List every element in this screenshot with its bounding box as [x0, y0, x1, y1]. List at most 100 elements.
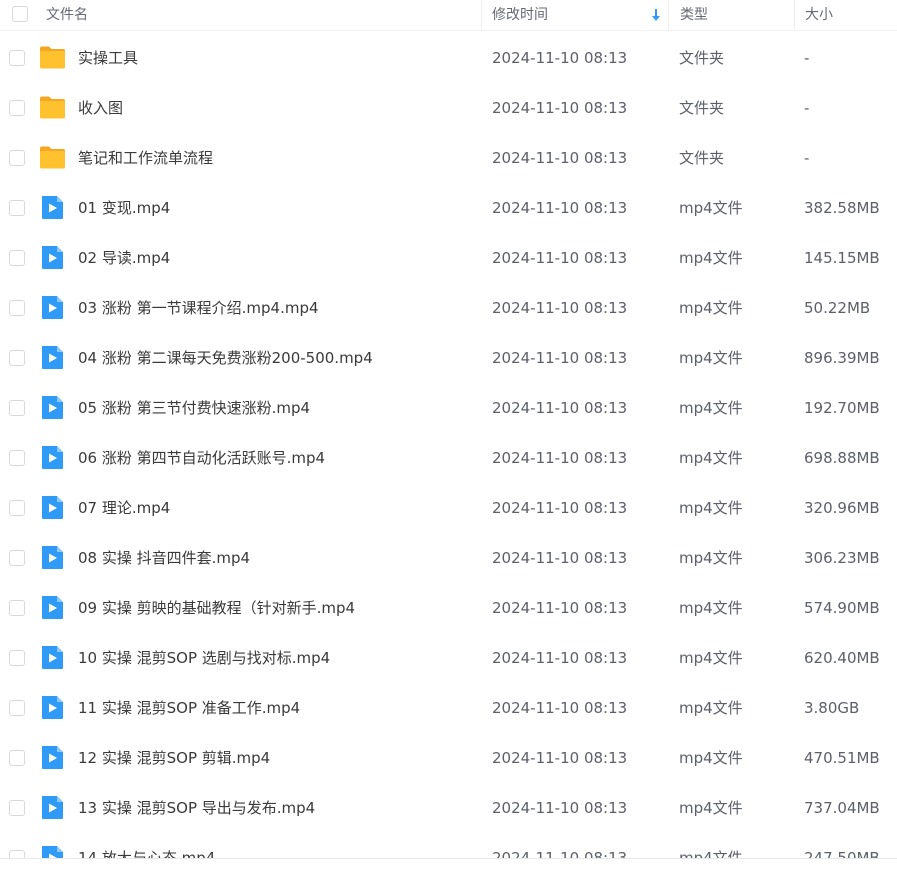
file-type: 文件夹 — [679, 49, 725, 67]
file-row[interactable]: 06 涨粉 第四节自动化活跃账号.mp4 2024-11-10 08:13 mp4文… — [0, 433, 897, 483]
video-file-icon — [39, 445, 66, 470]
file-mtime: 2024-11-10 08:13 — [492, 749, 628, 767]
file-name[interactable]: 实操工具 — [78, 33, 138, 83]
file-type: mp4文件 — [679, 449, 743, 467]
file-name[interactable]: 13 实操 混剪SOP 导出与发布.mp4 — [78, 783, 315, 833]
folder-icon — [39, 45, 66, 70]
file-mtime: 2024-11-10 08:13 — [492, 249, 628, 267]
file-size: 737.04MB — [804, 799, 880, 817]
file-row[interactable]: 04 涨粉 第二课每天免费涨粉200-500.mp4 2024-11-10 08:… — [0, 333, 897, 383]
file-size: - — [804, 99, 810, 117]
file-mtime: 2024-11-10 08:13 — [492, 599, 628, 617]
file-list: 文件名 修改时间 类型 大小 实操工具 2024-11-10 08:13 文件夹 - … — [0, 0, 897, 870]
row-checkbox[interactable] — [9, 650, 25, 666]
file-name[interactable]: 收入图 — [78, 83, 123, 133]
file-name[interactable]: 09 实操 剪映的基础教程（针对新手.mp4 — [78, 583, 355, 633]
file-name[interactable]: 06 涨粉 第四节自动化活跃账号.mp4 — [78, 433, 325, 483]
file-name[interactable]: 03 涨粉 第一节课程介绍.mp4.mp4 — [78, 283, 319, 333]
row-checkbox[interactable] — [9, 150, 25, 166]
column-header-mtime[interactable]: 修改时间 — [492, 0, 548, 30]
file-size: 50.22MB — [804, 299, 871, 317]
file-name[interactable]: 11 实操 混剪SOP 准备工作.mp4 — [78, 683, 300, 733]
row-checkbox[interactable] — [9, 450, 25, 466]
file-name[interactable]: 01 变现.mp4 — [78, 183, 170, 233]
row-checkbox[interactable] — [9, 700, 25, 716]
video-file-icon — [39, 545, 66, 570]
select-all-checkbox[interactable] — [12, 6, 28, 22]
file-type: mp4文件 — [679, 649, 743, 667]
file-size: 145.15MB — [804, 249, 880, 267]
file-type: mp4文件 — [679, 499, 743, 517]
file-row[interactable]: 收入图 2024-11-10 08:13 文件夹 - — [0, 83, 897, 133]
row-checkbox[interactable] — [9, 600, 25, 616]
file-type: mp4文件 — [679, 599, 743, 617]
file-name[interactable]: 07 理论.mp4 — [78, 483, 170, 533]
row-checkbox[interactable] — [9, 750, 25, 766]
row-checkbox[interactable] — [9, 500, 25, 516]
file-name[interactable]: 笔记和工作流单流程 — [78, 133, 213, 183]
row-checkbox[interactable] — [9, 50, 25, 66]
file-size: 698.88MB — [804, 449, 880, 467]
file-row[interactable]: 10 实操 混剪SOP 选剧与找对标.mp4 2024-11-10 08:13 mp… — [0, 633, 897, 683]
file-type: 文件夹 — [679, 149, 725, 167]
file-row[interactable]: 08 实操 抖音四件套.mp4 2024-11-10 08:13 mp4文件 306.… — [0, 533, 897, 583]
row-checkbox[interactable] — [9, 400, 25, 416]
file-row[interactable]: 03 涨粉 第一节课程介绍.mp4.mp4 2024-11-10 08:13 mp4… — [0, 283, 897, 333]
file-name[interactable]: 10 实操 混剪SOP 选剧与找对标.mp4 — [78, 633, 330, 683]
file-list-header: 文件名 修改时间 类型 大小 — [0, 0, 897, 31]
file-row[interactable]: 11 实操 混剪SOP 准备工作.mp4 2024-11-10 08:13 mp4文… — [0, 683, 897, 733]
file-type: mp4文件 — [679, 199, 743, 217]
file-row[interactable]: 09 实操 剪映的基础教程（针对新手.mp4 2024-11-10 08:13 mp… — [0, 583, 897, 633]
row-checkbox[interactable] — [9, 250, 25, 266]
column-header-type[interactable]: 类型 — [680, 0, 708, 30]
file-row[interactable]: 12 实操 混剪SOP 剪辑.mp4 2024-11-10 08:13 mp4文件 4… — [0, 733, 897, 783]
file-type: mp4文件 — [679, 549, 743, 567]
file-mtime: 2024-11-10 08:13 — [492, 99, 628, 117]
file-row[interactable]: 02 导读.mp4 2024-11-10 08:13 mp4文件 145.15MB — [0, 233, 897, 283]
file-row[interactable]: 笔记和工作流单流程 2024-11-10 08:13 文件夹 - — [0, 133, 897, 183]
video-file-icon — [39, 695, 66, 720]
file-mtime: 2024-11-10 08:13 — [492, 549, 628, 567]
folder-icon — [39, 145, 66, 170]
row-checkbox[interactable] — [9, 200, 25, 216]
file-mtime: 2024-11-10 08:13 — [492, 449, 628, 467]
file-type: 文件夹 — [679, 99, 725, 117]
file-size: - — [804, 149, 810, 167]
file-row[interactable]: 05 涨粉 第三节付费快速涨粉.mp4 2024-11-10 08:13 mp4文件… — [0, 383, 897, 433]
file-row[interactable]: 实操工具 2024-11-10 08:13 文件夹 - — [0, 33, 897, 83]
file-size: 306.23MB — [804, 549, 880, 567]
file-row[interactable]: 07 理论.mp4 2024-11-10 08:13 mp4文件 320.96MB — [0, 483, 897, 533]
file-type: mp4文件 — [679, 799, 743, 817]
file-name[interactable]: 08 实操 抖音四件套.mp4 — [78, 533, 250, 583]
column-divider[interactable] — [794, 0, 795, 31]
file-name[interactable]: 04 涨粉 第二课每天免费涨粉200-500.mp4 — [78, 333, 373, 383]
row-checkbox[interactable] — [9, 300, 25, 316]
column-header-name[interactable]: 文件名 — [46, 0, 88, 30]
file-mtime: 2024-11-10 08:13 — [492, 49, 628, 67]
video-file-icon — [39, 345, 66, 370]
row-checkbox[interactable] — [9, 350, 25, 366]
folder-icon — [39, 95, 66, 120]
file-name[interactable]: 12 实操 混剪SOP 剪辑.mp4 — [78, 733, 270, 783]
column-divider[interactable] — [668, 0, 669, 31]
column-header-size[interactable]: 大小 — [805, 0, 833, 30]
file-mtime: 2024-11-10 08:13 — [492, 199, 628, 217]
file-size: - — [804, 49, 810, 67]
file-row[interactable]: 01 变现.mp4 2024-11-10 08:13 mp4文件 382.58MB — [0, 183, 897, 233]
file-name[interactable]: 02 导读.mp4 — [78, 233, 170, 283]
file-row[interactable]: 13 实操 混剪SOP 导出与发布.mp4 2024-11-10 08:13 mp4… — [0, 783, 897, 833]
video-file-icon — [39, 595, 66, 620]
file-name[interactable]: 05 涨粉 第三节付费快速涨粉.mp4 — [78, 383, 310, 433]
arrow-down-icon[interactable] — [651, 8, 661, 22]
video-file-icon — [39, 795, 66, 820]
file-size: 192.70MB — [804, 399, 880, 417]
video-file-icon — [39, 745, 66, 770]
row-checkbox[interactable] — [9, 100, 25, 116]
file-mtime: 2024-11-10 08:13 — [492, 349, 628, 367]
file-type: mp4文件 — [679, 349, 743, 367]
file-mtime: 2024-11-10 08:13 — [492, 799, 628, 817]
row-checkbox[interactable] — [9, 800, 25, 816]
list-footer-divider — [0, 858, 897, 870]
row-checkbox[interactable] — [9, 550, 25, 566]
column-divider[interactable] — [481, 0, 482, 31]
